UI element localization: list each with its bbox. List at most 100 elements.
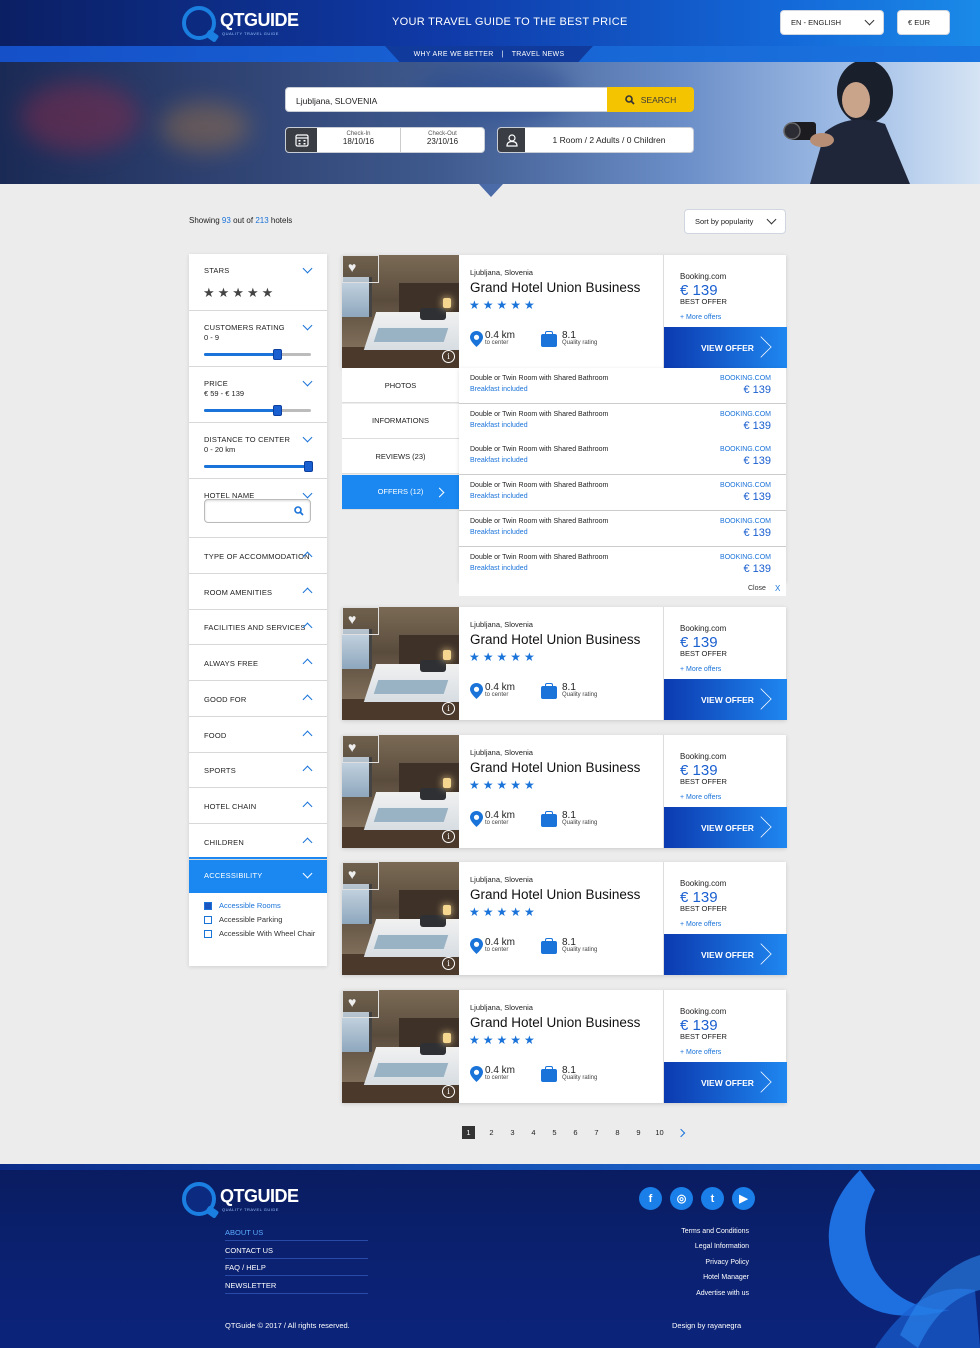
legal-link[interactable]: Hotel Manager <box>703 1274 749 1281</box>
page-3[interactable]: 3 <box>502 1126 523 1139</box>
accessibility-checkbox[interactable] <box>204 902 212 910</box>
info-icon[interactable]: i <box>442 957 455 970</box>
hotel-name[interactable]: Grand Hotel Union Business <box>470 760 640 775</box>
close-icon[interactable]: X <box>775 584 780 593</box>
why-better-link[interactable]: WHY ARE WE BETTER <box>414 51 494 58</box>
view-offer-button[interactable]: VIEW OFFER <box>664 807 787 848</box>
tab-informations[interactable]: INFORMATIONS <box>342 403 459 439</box>
page-1[interactable]: 1 <box>462 1126 475 1139</box>
close-offers-button[interactable]: Close <box>748 585 766 592</box>
page-10[interactable]: 10 <box>649 1126 670 1139</box>
filter-stars[interactable]: STARS ★★★★★ <box>189 254 327 311</box>
offer-row[interactable]: Double or Twin Room with Shared Bathroom… <box>459 475 786 512</box>
chevron-up-icon[interactable] <box>302 837 313 848</box>
view-offer-button[interactable]: VIEW OFFER <box>664 1062 787 1103</box>
legal-link[interactable]: Legal Information <box>695 1243 749 1250</box>
more-offers-link[interactable]: + More offers <box>680 921 721 928</box>
hotel-photo[interactable]: ♥ i <box>342 607 459 720</box>
accessibility-checkbox[interactable] <box>204 930 212 938</box>
page-4[interactable]: 4 <box>523 1126 544 1139</box>
offer-row[interactable]: Double or Twin Room with Shared Bathroom… <box>459 439 786 476</box>
filter-collapsed[interactable]: HOTEL CHAIN <box>189 788 327 824</box>
hotel-name[interactable]: Grand Hotel Union Business <box>470 280 640 295</box>
more-offers-link[interactable]: + More offers <box>680 794 721 801</box>
search-button[interactable]: SEARCH <box>607 87 694 112</box>
checkin-field[interactable]: Check-In 18/10/16 <box>317 128 401 152</box>
favorite-button[interactable]: ♥ <box>342 862 379 890</box>
view-offer-button[interactable]: VIEW OFFER <box>664 679 787 720</box>
date-picker[interactable]: Check-In 18/10/16 Check-Out 23/10/16 <box>285 127 485 153</box>
hotel-photo[interactable]: ♥ i <box>342 990 459 1103</box>
star-rating-selector[interactable]: ★★★★★ <box>203 285 276 301</box>
hotel-name[interactable]: Grand Hotel Union Business <box>470 632 640 647</box>
hotel-name[interactable]: Grand Hotel Union Business <box>470 887 640 902</box>
favorite-button[interactable]: ♥ <box>342 607 379 635</box>
currency-select[interactable]: € EUR <box>897 10 950 35</box>
tab-reviews[interactable]: REVIEWS (23) <box>342 439 459 474</box>
legal-link[interactable]: Advertise with us <box>696 1290 749 1297</box>
hotel-photo[interactable]: ♥ i <box>342 862 459 975</box>
offer-row[interactable]: Double or Twin Room with Shared Bathroom… <box>459 510 786 547</box>
view-offer-button[interactable]: VIEW OFFER <box>664 934 787 975</box>
accessibility-checkbox[interactable] <box>204 916 212 924</box>
info-icon[interactable]: i <box>442 1085 455 1098</box>
filter-collapsed[interactable]: TYPE OF ACCOMMODATION <box>189 538 327 574</box>
page-6[interactable]: 6 <box>565 1126 586 1139</box>
sort-select[interactable]: Sort by popularity <box>684 209 786 234</box>
guests-selector[interactable]: 1 Room / 2 Adults / 0 Children <box>497 127 694 153</box>
youtube-icon[interactable]: ▶ <box>732 1187 755 1210</box>
destination-input[interactable]: Ljubljana, SLOVENIA <box>285 87 608 112</box>
favorite-button[interactable]: ♥ <box>342 735 379 763</box>
chevron-down-icon[interactable] <box>302 488 313 499</box>
hotel-photo[interactable]: ♥ i <box>342 735 459 848</box>
page-2[interactable]: 2 <box>481 1126 502 1139</box>
more-offers-link[interactable]: + More offers <box>680 314 721 321</box>
chevron-down-icon[interactable] <box>302 376 313 387</box>
chevron-up-icon[interactable] <box>302 801 313 812</box>
chevron-up-icon[interactable] <box>302 765 313 776</box>
chevron-down-icon[interactable] <box>302 432 313 443</box>
favorite-button[interactable]: ♥ <box>342 255 379 283</box>
hotel-name-input[interactable] <box>204 499 311 523</box>
slider-handle[interactable] <box>272 349 282 360</box>
filter-collapsed[interactable]: FOOD <box>189 717 327 753</box>
twitter-icon[interactable]: t <box>701 1187 724 1210</box>
filter-collapsed[interactable]: ALWAYS FREE <box>189 645 327 682</box>
site-logo[interactable]: QTGUIDE QUALITY TRAVEL GUIDE <box>182 6 302 40</box>
chevron-up-icon[interactable] <box>302 694 313 705</box>
tab-offers[interactable]: OFFERS (12) <box>342 474 459 510</box>
view-offer-button[interactable]: VIEW OFFER <box>664 327 787 368</box>
filter-collapsed[interactable]: FACILITIES AND SERVICES <box>189 609 327 646</box>
distance-slider[interactable] <box>204 461 313 472</box>
page-9[interactable]: 9 <box>628 1126 649 1139</box>
filter-accessibility[interactable]: ACCESSIBILITY <box>189 857 327 893</box>
chevron-up-icon[interactable] <box>302 658 313 669</box>
design-credit[interactable]: Design by rayanegra <box>672 1321 741 1330</box>
chevron-down-icon[interactable] <box>302 263 313 274</box>
filter-collapsed[interactable]: GOOD FOR <box>189 681 327 717</box>
rating-slider[interactable] <box>204 349 311 360</box>
chevron-down-icon[interactable] <box>302 320 313 331</box>
price-slider[interactable] <box>204 405 311 416</box>
info-icon[interactable]: i <box>442 830 455 843</box>
info-icon[interactable]: i <box>442 702 455 715</box>
page-7[interactable]: 7 <box>586 1126 607 1139</box>
footer-link[interactable]: NEWSLETTER <box>225 1281 368 1295</box>
hotel-photo[interactable]: ♥ i <box>342 255 459 368</box>
instagram-icon[interactable]: ◎ <box>670 1187 693 1210</box>
next-page-icon[interactable] <box>676 1128 686 1138</box>
search-icon[interactable] <box>294 506 304 516</box>
tab-photos[interactable]: PHOTOS <box>342 368 459 403</box>
favorite-button[interactable]: ♥ <box>342 990 379 1018</box>
chevron-up-icon[interactable] <box>302 730 313 740</box>
legal-link[interactable]: Privacy Policy <box>705 1259 749 1266</box>
hotel-name[interactable]: Grand Hotel Union Business <box>470 1015 640 1030</box>
chevron-up-icon[interactable] <box>302 587 313 598</box>
offer-row[interactable]: Double or Twin Room with Shared Bathroom… <box>459 368 786 404</box>
filter-collapsed[interactable]: SPORTS <box>189 752 327 789</box>
offer-row[interactable]: Double or Twin Room with Shared Bathroom… <box>459 403 786 440</box>
chevron-down-icon[interactable] <box>302 868 313 879</box>
more-offers-link[interactable]: + More offers <box>680 1049 721 1056</box>
legal-link[interactable]: Terms and Conditions <box>681 1228 749 1235</box>
travel-news-link[interactable]: TRAVEL NEWS <box>512 51 565 58</box>
